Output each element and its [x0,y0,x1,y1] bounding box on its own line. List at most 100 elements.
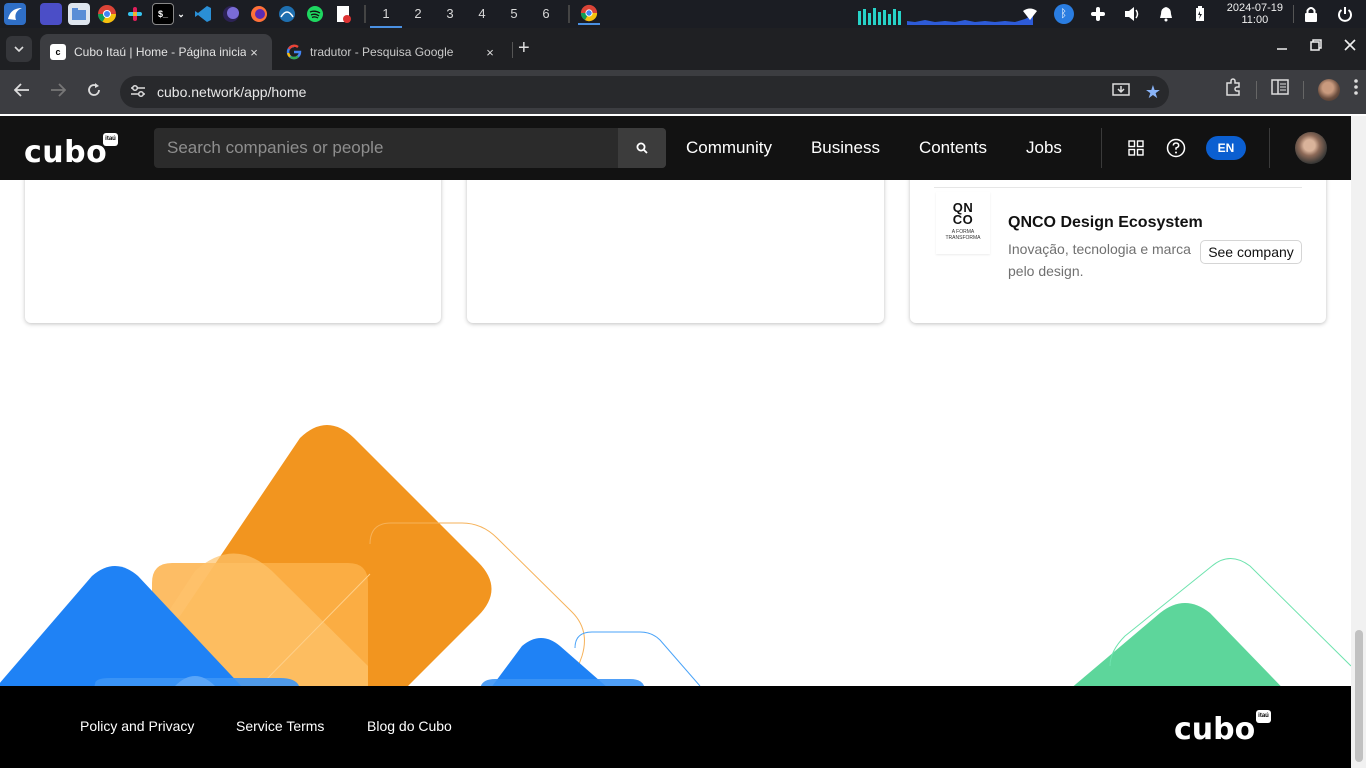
feed-card [467,156,884,323]
tab-title: tradutor - Pesquisa Google [310,45,454,59]
tab-search-dropdown[interactable] [6,36,32,62]
install-app-icon[interactable] [1105,82,1137,102]
tray-divider [1293,5,1294,23]
footer-link-terms[interactable]: Service Terms [236,718,324,734]
tab-divider [512,42,513,58]
wifi-icon[interactable] [1019,3,1041,25]
reading-list-icon[interactable] [1271,79,1289,100]
clock[interactable]: 2024-07-19 11:00 [1227,2,1283,26]
see-company-button[interactable]: See company [1200,240,1302,264]
close-tab-icon[interactable]: × [482,45,498,60]
company-logo[interactable]: QN CO A FORMA TRANSFORMA [936,192,990,254]
workspace-switcher: 1 2 3 4 5 6 [370,0,562,28]
app-menu-icon[interactable] [4,3,26,25]
vscode-icon[interactable] [192,3,214,25]
slack-tray-icon[interactable] [1087,3,1109,25]
notification-bell-icon[interactable] [1155,3,1177,25]
taskbar-divider [568,5,570,23]
slack-icon[interactable] [124,3,146,25]
volume-icon[interactable] [1121,3,1143,25]
company-name[interactable]: QNCO Design Ecosystem [1008,214,1203,232]
minimize-icon[interactable] [1276,38,1288,54]
logo-wordmark: cubo [24,135,108,170]
logo-badge: itaú [103,133,118,146]
system-monitor-graph [858,8,1033,25]
address-bar[interactable]: cubo.network/app/home ★ [120,76,1169,108]
footer-link-blog[interactable]: Blog do Cubo [367,718,452,734]
system-taskbar: $_ ⌄ 1 2 3 4 5 6 ᛒ 2024-07-19 11:00 [0,0,1366,28]
power-icon[interactable] [1334,3,1356,25]
footer-link-policy[interactable]: Policy and Privacy [80,718,194,734]
company-logo-mark: QN CO [952,200,974,227]
forward-arrow-icon[interactable] [40,82,76,102]
workspace-4[interactable]: 4 [466,0,498,28]
tab-google-search[interactable]: tradutor - Pesquisa Google × [276,34,508,70]
document-icon[interactable] [332,3,354,25]
workspace-2[interactable]: 2 [402,0,434,28]
search-button[interactable] [618,128,666,168]
header-divider [1101,128,1102,168]
spotify-icon[interactable] [304,3,326,25]
eclipse-icon[interactable] [220,3,242,25]
footer-logo-badge: itaú [1256,710,1271,723]
bluetooth-icon[interactable]: ᛒ [1053,3,1075,25]
card-divider [934,187,1302,188]
search-input[interactable] [154,128,618,168]
bookmark-star-icon[interactable]: ★ [1137,82,1169,103]
chevron-down-icon[interactable]: ⌄ [176,3,186,25]
taskbar-divider [364,5,366,23]
workspace-3[interactable]: 3 [434,0,466,28]
workspace-6[interactable]: 6 [530,0,562,28]
nav-community[interactable]: Community [686,138,772,158]
toolbar-actions [1224,78,1358,101]
page-scrollbar[interactable] [1351,116,1366,768]
toolbar-divider [1303,80,1304,99]
terminal-icon[interactable]: $_ [152,3,174,25]
firefox-icon[interactable] [248,3,270,25]
tab-cubo-home[interactable]: c Cubo Itaú | Home - Página inicial × [40,34,272,70]
lock-icon[interactable] [1300,3,1322,25]
profile-avatar[interactable] [1318,78,1340,101]
wireshark-icon[interactable] [276,3,298,25]
extensions-icon[interactable] [1224,78,1242,101]
close-window-icon[interactable] [1344,38,1356,54]
nav-contents[interactable]: Contents [919,138,987,158]
url-text[interactable]: cubo.network/app/home [157,84,1105,100]
workspace-5[interactable]: 5 [498,0,530,28]
footer-cubo-logo[interactable]: cubo itaú [1174,710,1274,747]
back-arrow-icon[interactable] [4,82,40,102]
feed-card [25,156,441,323]
apps-grid-icon[interactable] [1124,136,1148,160]
reload-icon[interactable] [76,82,112,103]
desktop-icon[interactable] [40,3,62,25]
new-tab-button[interactable]: + [518,38,530,58]
cubo-favicon: c [50,44,66,60]
cubo-logo[interactable]: cubo itaú [24,131,119,170]
site-settings-icon[interactable] [122,84,154,101]
close-tab-icon[interactable]: × [246,45,262,60]
site-footer: Policy and Privacy Service Terms Blog do… [0,686,1351,768]
clock-date: 2024-07-19 [1226,2,1283,14]
restore-icon[interactable] [1310,38,1322,54]
tab-title: Cubo Itaú | Home - Página inicial [74,45,246,59]
company-description: Inovação, tecnologia e marca pelo design… [1008,241,1191,279]
language-toggle[interactable]: EN [1206,136,1246,160]
chrome-icon[interactable] [96,3,118,25]
search-icon [636,142,648,154]
scrollbar-thumb[interactable] [1355,630,1363,762]
workspace-1[interactable]: 1 [370,0,402,28]
toolbar-divider [1256,80,1257,99]
battery-icon[interactable] [1189,3,1211,25]
window-controls [1276,38,1356,54]
nav-jobs[interactable]: Jobs [1026,138,1062,158]
nav-business[interactable]: Business [811,138,880,158]
files-icon[interactable] [68,3,90,25]
browser-menu-icon[interactable] [1354,79,1358,100]
footer-logo-wordmark: cubo [1174,712,1256,747]
help-icon[interactable] [1164,136,1188,160]
site-header: cubo itaú Community Business Contents Jo… [0,116,1351,180]
company-suggestions-card: QN CO A FORMA TRANSFORMA QNCO Design Ecosy… [910,156,1326,323]
main-nav: Community Business Contents Jobs [686,116,1101,180]
user-avatar[interactable] [1295,132,1327,164]
chrome-window-icon[interactable] [578,3,600,25]
